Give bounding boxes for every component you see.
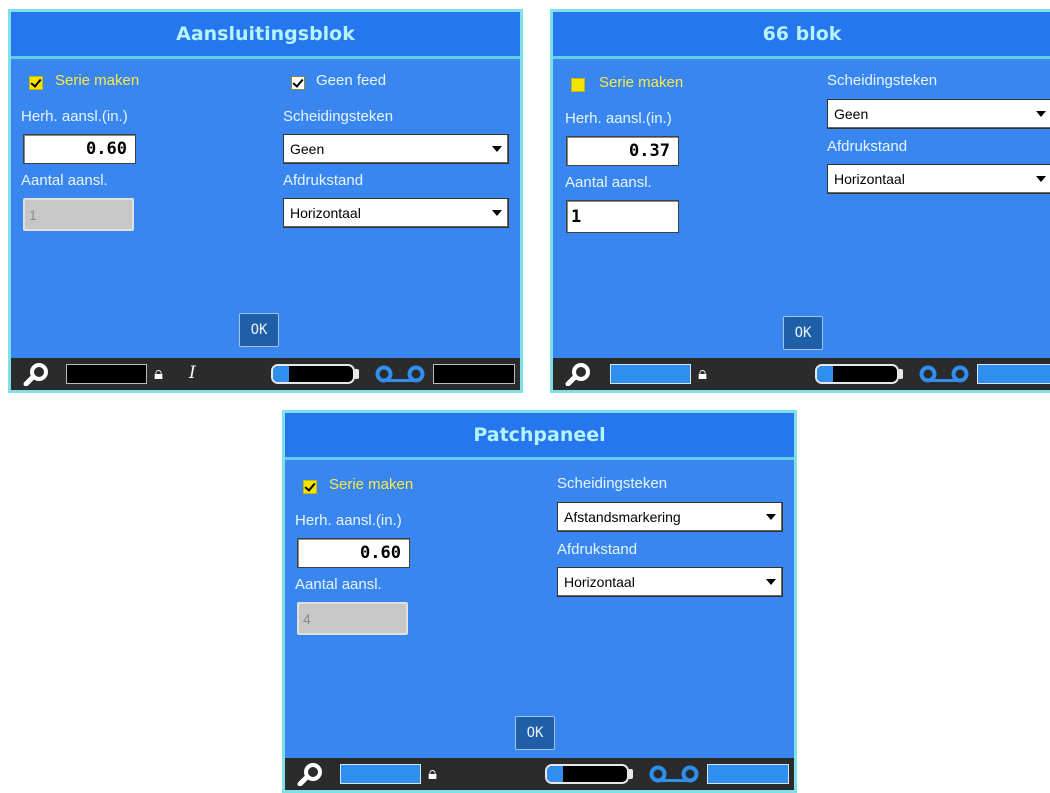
battery-nub (355, 369, 359, 379)
status-bar: 🔒︎ I (11, 358, 520, 390)
aantal-aansl-label: Aantal aansl. (21, 172, 108, 189)
herh-aansl-label: Herh. aansl.(in.) (565, 110, 672, 127)
ribbon-level-box (433, 364, 515, 384)
aantal-aansl-label: Aantal aansl. (295, 576, 382, 593)
aantal-aansl-input[interactable]: 1 (566, 200, 679, 233)
dialog-title: 66 blok (553, 12, 1050, 59)
chevron-down-icon (492, 210, 502, 216)
afdrukstand-value: Horizontaal (290, 205, 361, 221)
ribbon-icon (649, 765, 699, 783)
geen-feed-checkbox[interactable] (291, 76, 305, 90)
serie-maken-checkbox[interactable] (303, 480, 317, 494)
ok-button[interactable]: OK (783, 316, 823, 350)
serie-maken-checkbox[interactable] (571, 78, 585, 92)
battery-icon (815, 364, 899, 384)
ok-button[interactable]: OK (239, 313, 279, 347)
zoom-icon (23, 363, 48, 386)
serie-maken-checkbox[interactable] (29, 76, 43, 90)
battery-level (547, 766, 563, 782)
afdrukstand-label: Afdrukstand (827, 138, 908, 155)
serie-maken-label: Serie maken (329, 476, 414, 493)
dialog-title-text: 66 blok (762, 23, 842, 45)
scheidingsteken-label: Scheidingsteken (283, 108, 394, 125)
afdrukstand-select[interactable]: Horizontaal (283, 198, 509, 228)
lock-icon: 🔒︎ (698, 364, 708, 383)
herh-aansl-input[interactable]: 0.60 (297, 538, 410, 568)
ribbon-level-box (707, 764, 789, 784)
afdrukstand-select[interactable]: Horizontaal (827, 164, 1050, 194)
battery-nub (899, 369, 903, 379)
scheidingsteken-select[interactable]: Geen (283, 134, 509, 164)
zoom-level-box (340, 764, 421, 784)
scheidingsteken-label: Scheidingsteken (827, 72, 938, 89)
serie-maken-label: Serie maken (55, 72, 140, 89)
scheidingsteken-value: Geen (834, 106, 869, 122)
battery-nub (629, 769, 633, 779)
aantal-aansl-input: 4 (297, 602, 408, 635)
dialog-title-text: Aansluitingsblok (176, 23, 355, 45)
herh-aansl-label: Herh. aansl.(in.) (295, 512, 402, 529)
chevron-down-icon (1036, 176, 1046, 182)
lock-icon: 🔒︎ (154, 364, 164, 383)
aantal-aansl-input: 1 (23, 198, 134, 231)
ribbon-icon (919, 365, 969, 383)
aantal-aansl-label: Aantal aansl. (565, 174, 652, 191)
battery-icon (545, 764, 629, 784)
zoom-icon (297, 763, 322, 786)
afdrukstand-select[interactable]: Horizontaal (557, 567, 783, 597)
dialog-title-text: Patchpaneel (473, 424, 606, 446)
chevron-down-icon (766, 514, 776, 520)
ribbon-icon (375, 365, 425, 383)
scheidingsteken-value: Afstandsmarkering (564, 509, 681, 525)
zoom-level-box (66, 364, 147, 384)
ok-button[interactable]: OK (515, 716, 555, 750)
status-bar: 🔒︎ (553, 358, 1050, 390)
herh-aansl-label: Herh. aansl.(in.) (21, 108, 128, 125)
afdrukstand-label: Afdrukstand (557, 541, 638, 558)
battery-icon (271, 364, 355, 384)
chevron-down-icon (766, 579, 776, 585)
zoom-icon (565, 363, 590, 386)
chevron-down-icon (492, 146, 502, 152)
screen-patchpaneel: Patchpaneel Serie maken Herh. aansl.(in.… (282, 410, 797, 793)
herh-aansl-input[interactable]: 0.60 (23, 134, 136, 164)
scheidingsteken-select[interactable]: Geen (827, 99, 1050, 129)
chevron-down-icon (1036, 111, 1046, 117)
screen-aansluitingsblok: Aansluitingsblok Serie maken Geen feed H… (8, 9, 523, 393)
herh-aansl-input[interactable]: 0.37 (566, 136, 679, 166)
screen-66-blok: 66 blok Serie maken Herh. aansl.(in.) 0.… (550, 9, 1050, 393)
geen-feed-label: Geen feed (316, 72, 387, 89)
battery-level (817, 366, 833, 382)
status-bar: 🔒︎ (285, 758, 794, 790)
battery-level (273, 366, 289, 382)
ribbon-level-box (977, 364, 1050, 384)
afdrukstand-value: Horizontaal (564, 574, 635, 590)
afdrukstand-value: Horizontaal (834, 171, 905, 187)
scheidingsteken-value: Geen (290, 141, 325, 157)
dialog-title: Aansluitingsblok (11, 12, 520, 59)
text-cursor-icon: I (189, 363, 196, 383)
serie-maken-label: Serie maken (599, 74, 684, 91)
scheidingsteken-label: Scheidingsteken (557, 475, 668, 492)
zoom-level-box (610, 364, 691, 384)
lock-icon: 🔒︎ (428, 764, 438, 783)
dialog-title: Patchpaneel (285, 413, 794, 460)
afdrukstand-label: Afdrukstand (283, 172, 364, 189)
scheidingsteken-select[interactable]: Afstandsmarkering (557, 502, 783, 532)
